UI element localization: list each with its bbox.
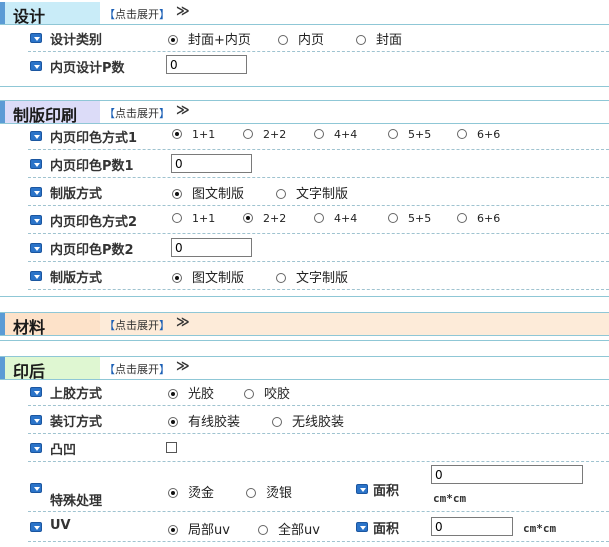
dropdown-arrow-icon — [30, 387, 42, 397]
design-inner-pages-input[interactable] — [166, 55, 247, 74]
post-uv-row: UV 局部uv 全部uv 面积 cm*cm — [0, 512, 609, 542]
design-inner-pages-label: 内页设计P数 — [50, 61, 125, 76]
post-lamination-label: 上胶方式 — [50, 387, 103, 402]
printing-section-header: 制版印刷 【点击展开】 ≫ — [0, 100, 609, 125]
printing-plate-2-row: 制版方式 图文制版 文字制版 — [0, 262, 609, 290]
post-lamination-row: 上胶方式 光胶 咬胶 — [0, 378, 609, 406]
plate-1-graphic-radio[interactable]: 图文制版 — [172, 183, 244, 202]
printing-color-mode-2-row: 内页印色方式2 1+1 2+2 4+4 5+5 6+6 — [0, 206, 609, 234]
color-mode-2-option-5[interactable]: 6+6 — [457, 212, 500, 225]
lamination-gloss-radio[interactable]: 光胶 — [168, 383, 214, 402]
plate-2-text-radio[interactable]: 文字制版 — [276, 267, 348, 286]
special-gold-foil-radio[interactable]: 烫金 — [168, 482, 214, 501]
post-uv-label: UV — [50, 518, 71, 533]
color-mode-2-option-3[interactable]: 4+4 — [314, 212, 357, 225]
dropdown-arrow-icon — [30, 271, 42, 281]
design-expand-link[interactable]: 【点击展开】 — [104, 6, 170, 22]
dropdown-arrow-icon — [30, 187, 42, 197]
special-area-label: 面积 — [373, 484, 400, 499]
uv-area-input[interactable] — [431, 517, 513, 536]
printing-plate-1-label: 制版方式 — [50, 187, 103, 202]
special-area-input[interactable] — [431, 465, 583, 484]
plate-2-graphic-radio[interactable]: 图文制版 — [172, 267, 244, 286]
printing-color-p-2-label: 内页印色P数2 — [50, 243, 134, 258]
printing-expand-chevron-icon[interactable]: ≫ — [176, 103, 190, 118]
printing-color-mode-2-label: 内页印色方式2 — [50, 215, 138, 230]
printing-plate-1-row: 制版方式 图文制版 文字制版 — [0, 178, 609, 206]
section-divider — [0, 292, 609, 304]
design-inner-pages-row: 内页设计P数 — [0, 52, 609, 80]
dropdown-arrow-icon — [30, 33, 42, 43]
printing-color-mode-1-row: 内页印色方式1 1+1 2+2 4+4 5+5 6+6 — [0, 122, 609, 150]
printing-expand-link[interactable]: 【点击展开】 — [104, 105, 170, 121]
section-divider — [0, 82, 609, 94]
dropdown-arrow-icon — [356, 484, 368, 494]
printing-plate-2-label: 制版方式 — [50, 271, 103, 286]
design-category-row: 设计类别 封面+内页 内页 封面 — [0, 24, 609, 52]
uv-full-radio[interactable]: 全部uv — [258, 519, 320, 538]
uv-area-label: 面积 — [373, 522, 400, 537]
design-category-label: 设计类别 — [50, 33, 103, 48]
design-category-cover-radio[interactable]: 封面 — [356, 29, 402, 48]
color-mode-2-option-4[interactable]: 5+5 — [388, 212, 431, 225]
uv-area-unit: cm*cm — [523, 522, 557, 535]
material-expand-link[interactable]: 【点击展开】 — [104, 317, 170, 333]
dropdown-arrow-icon — [30, 443, 42, 453]
post-section-header: 印后 【点击展开】 ≫ — [0, 356, 609, 381]
design-expand-chevron-icon[interactable]: ≫ — [176, 4, 190, 19]
post-expand-link[interactable]: 【点击展开】 — [104, 361, 170, 377]
uv-partial-radio[interactable]: 局部uv — [168, 519, 230, 538]
color-mode-1-option-4[interactable]: 5+5 — [388, 128, 431, 141]
emboss-checkbox[interactable] — [166, 442, 177, 453]
color-mode-1-option-3[interactable]: 4+4 — [314, 128, 357, 141]
printing-color-p-2-input[interactable] — [171, 238, 252, 257]
dropdown-arrow-icon — [356, 522, 368, 532]
design-category-cover-inner-radio[interactable]: 封面+内页 — [168, 29, 251, 48]
color-mode-1-option-1[interactable]: 1+1 — [172, 128, 215, 141]
lamination-bite-radio[interactable]: 咬胶 — [244, 383, 290, 402]
binding-perfect-radio[interactable]: 无线胶装 — [272, 411, 344, 430]
special-silver-foil-radio[interactable]: 烫银 — [246, 482, 292, 501]
color-mode-1-option-5[interactable]: 6+6 — [457, 128, 500, 141]
color-mode-1-option-2[interactable]: 2+2 — [243, 128, 286, 141]
post-binding-row: 装订方式 有线胶装 无线胶装 — [0, 406, 609, 434]
post-special-row: 特殊处理 烫金 烫银 面积 cm*cm — [0, 462, 609, 512]
dropdown-arrow-icon — [30, 522, 42, 532]
design-category-inner-radio[interactable]: 内页 — [278, 29, 324, 48]
design-section-header: 设计 【点击展开】 ≫ — [0, 2, 609, 26]
printing-color-p-1-row: 内页印色P数1 — [0, 150, 609, 178]
plate-1-text-radio[interactable]: 文字制版 — [276, 183, 348, 202]
binding-sewn-radio[interactable]: 有线胶装 — [168, 411, 240, 430]
post-special-label: 特殊处理 — [50, 494, 103, 509]
printing-color-p-1-label: 内页印色P数1 — [50, 159, 134, 174]
dropdown-arrow-icon — [30, 131, 42, 141]
material-section-header: 材料 【点击展开】 ≫ — [0, 312, 609, 337]
post-emboss-label: 凸凹 — [50, 443, 77, 458]
printing-color-mode-1-label: 内页印色方式1 — [50, 131, 138, 146]
dropdown-arrow-icon — [30, 415, 42, 425]
post-expand-chevron-icon[interactable]: ≫ — [176, 359, 190, 374]
color-mode-2-option-2[interactable]: 2+2 — [243, 212, 286, 225]
dropdown-arrow-icon — [30, 483, 42, 493]
section-divider — [0, 336, 609, 348]
dropdown-arrow-icon — [30, 215, 42, 225]
post-emboss-row: 凸凹 — [0, 434, 609, 462]
special-area-unit: cm*cm — [433, 492, 467, 505]
color-mode-2-option-1[interactable]: 1+1 — [172, 212, 215, 225]
post-binding-label: 装订方式 — [50, 415, 103, 430]
material-expand-chevron-icon[interactable]: ≫ — [176, 315, 190, 330]
dropdown-arrow-icon — [30, 61, 42, 71]
dropdown-arrow-icon — [30, 159, 42, 169]
printing-color-p-2-row: 内页印色P数2 — [0, 234, 609, 262]
dropdown-arrow-icon — [30, 243, 42, 253]
printing-color-p-1-input[interactable] — [171, 154, 252, 173]
